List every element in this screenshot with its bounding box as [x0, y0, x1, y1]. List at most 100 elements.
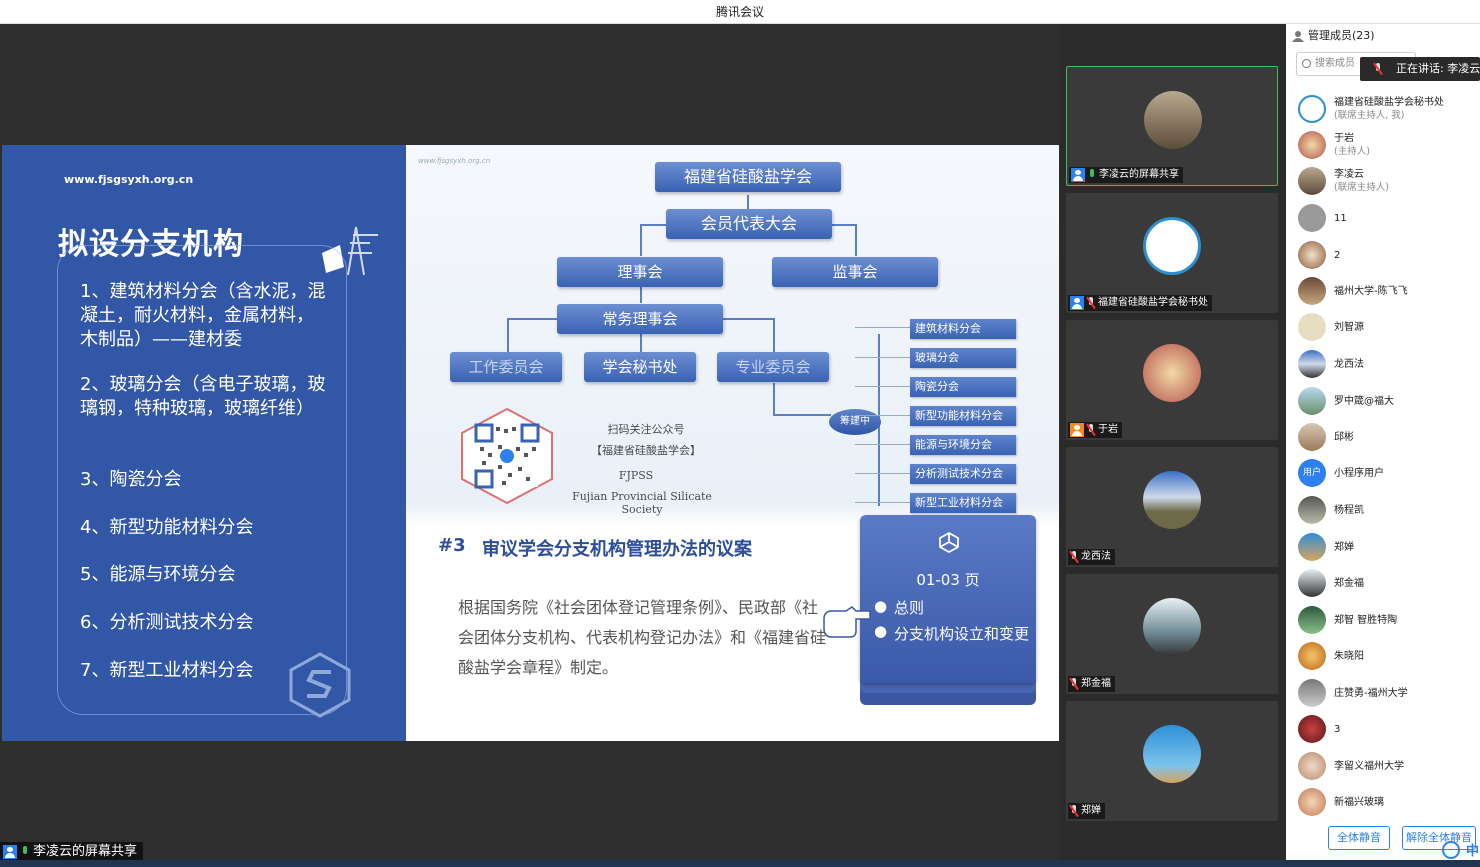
connector: [855, 444, 911, 445]
branch-item: 2、玻璃分会（含电子玻璃，玻璃钢，特种玻璃，玻璃纤维）: [80, 374, 326, 419]
member-item[interactable]: 11: [1298, 201, 1478, 235]
members-count: 管理成员(23): [1308, 29, 1375, 42]
member-avatar: [1298, 387, 1326, 415]
member-item[interactable]: 福州大学-陈飞飞: [1298, 274, 1478, 308]
participant-tile[interactable]: 郑金福: [1066, 574, 1278, 694]
participant-name: 福建省硅酸盐学会秘书处: [1098, 297, 1208, 308]
card-item: 分支机构设立和变更: [894, 625, 1030, 643]
member-avatar: [1298, 533, 1326, 561]
speaking-indicator: 正在讲话: 李凌云;: [1360, 57, 1480, 81]
connector: [722, 318, 774, 320]
branch-item: 4、新型功能材料分会: [80, 517, 254, 538]
member-name: 李凌云: [1334, 169, 1364, 180]
connector: [507, 318, 559, 320]
member-name: 邱彬: [1334, 431, 1354, 443]
member-avatar: [1298, 241, 1326, 269]
user-icon: [1070, 296, 1084, 310]
member-name: 罗中箴@福大: [1334, 395, 1394, 407]
member-name: 李留义福州大学: [1334, 760, 1404, 772]
participant-avatar: [1143, 598, 1201, 656]
member-item[interactable]: 杨程凯: [1298, 493, 1478, 527]
connector: [830, 224, 856, 226]
member-name: 新福兴玻璃: [1334, 796, 1384, 808]
member-item[interactable]: 庄赞勇-福州大学: [1298, 676, 1478, 710]
member-name: 庄赞勇-福州大学: [1334, 687, 1408, 699]
participant-tile[interactable]: 于岩: [1066, 320, 1278, 440]
participant-avatar: [1144, 91, 1202, 149]
participant-tile[interactable]: 龙西法: [1066, 447, 1278, 567]
participant-label: 于岩: [1068, 422, 1122, 438]
connector: [640, 224, 668, 226]
member-name: 郑婵: [1334, 541, 1354, 553]
org-sub-item: 分析测试技术分会: [910, 464, 1016, 484]
member-avatar: [1298, 131, 1326, 159]
member-item[interactable]: 于岩 (主持人): [1298, 128, 1478, 162]
member-avatar: 用户: [1298, 459, 1326, 487]
member-item[interactable]: 邱彬: [1298, 420, 1478, 454]
participant-name: 龙西法: [1081, 551, 1111, 562]
qr-caption: 扫码关注公众号: [607, 423, 685, 436]
participant-avatar: [1143, 344, 1201, 402]
participant-avatar: [1143, 217, 1201, 275]
unmute-all-button[interactable]: 解除全体静音: [1402, 826, 1476, 850]
member-name: 龙西法: [1334, 358, 1364, 370]
member-item[interactable]: 龙西法: [1298, 347, 1478, 381]
member-item[interactable]: 罗中箴@福大: [1298, 384, 1478, 418]
member-item[interactable]: 李凌云 (联席主持人): [1298, 164, 1478, 198]
qr-caption: Fujian Provincial Silicate Society: [572, 490, 712, 516]
slide-left-panel: www.fjsgsyxh.org.cn 拟设分支机构 1、建筑材料分会（含水泥，…: [2, 145, 406, 741]
agenda-body: 根据国务院《社会团体登记管理条例》、民政部《社会团体分支机构、代表机构登记办法》…: [458, 598, 827, 677]
participant-label: 郑金福: [1068, 676, 1115, 692]
connector: [855, 386, 911, 387]
member-item[interactable]: 用户 小程序用户: [1298, 456, 1478, 490]
presentation-slide: www.fjsgsyxh.org.cn 拟设分支机构 1、建筑材料分会（含水泥，…: [2, 145, 1059, 741]
connector: [773, 414, 831, 416]
member-item[interactable]: 郑婵: [1298, 530, 1478, 564]
participant-tile[interactable]: 郑婵: [1066, 701, 1278, 821]
org-sub-item: 能源与环境分会: [910, 435, 1016, 455]
member-avatar: [1298, 204, 1326, 232]
participant-name: 于岩: [1098, 424, 1118, 435]
participant-label: 福建省硅酸盐学会秘书处: [1068, 295, 1212, 311]
branch-item: 6、分析测试技术分会: [80, 612, 254, 633]
member-item[interactable]: 李留义福州大学: [1298, 749, 1478, 783]
member-avatar: [1298, 423, 1326, 451]
member-item[interactable]: 3: [1298, 712, 1478, 746]
assistant-icon[interactable]: [1442, 841, 1460, 859]
org-sub-item: 新型功能材料分会: [910, 406, 1016, 426]
member-avatar: [1298, 788, 1326, 816]
member-name: 朱晓阳: [1334, 650, 1364, 662]
member-item[interactable]: 2: [1298, 238, 1478, 272]
member-item[interactable]: 福建省硅酸盐学会秘书处 (联席主持人, 我): [1298, 92, 1478, 126]
member-name: 郑智 智胜特陶: [1334, 614, 1398, 626]
user-icon: [1070, 423, 1084, 437]
member-item[interactable]: 新福兴玻璃: [1298, 785, 1478, 819]
member-role: (联席主持人, 我): [1334, 110, 1405, 121]
card-bullet: ●: [874, 597, 888, 615]
participant-label: 李凌云的屏幕共享: [1069, 167, 1183, 183]
member-name: 郑金福: [1334, 577, 1364, 589]
mic-off-icon: [1374, 63, 1382, 75]
mute-all-button[interactable]: 全体静音: [1328, 826, 1390, 850]
participant-tile[interactable]: 福建省硅酸盐学会秘书处: [1066, 193, 1278, 313]
connector: [855, 502, 911, 503]
preparing-badge: 筹建中: [829, 409, 881, 435]
participant-avatar: [1143, 471, 1201, 529]
member-avatar: [1298, 277, 1326, 305]
ime-indicator: 中: [1466, 844, 1480, 859]
member-item[interactable]: 郑智 智胜特陶: [1298, 603, 1478, 637]
share-label: 李凌云的屏幕共享: [33, 844, 138, 859]
member-item[interactable]: 刘智源: [1298, 310, 1478, 344]
participant-name: 郑婵: [1081, 805, 1101, 816]
members-header: 管理成员(23): [1286, 24, 1480, 48]
screen-share-indicator[interactable]: 李凌云的屏幕共享: [0, 842, 144, 862]
member-item[interactable]: 朱晓阳: [1298, 639, 1478, 673]
society-logo-mark: [289, 652, 351, 718]
connector: [855, 473, 911, 474]
participant-tile[interactable]: 李凌云的屏幕共享: [1066, 66, 1278, 186]
member-name: 3: [1334, 723, 1341, 735]
member-avatar: [1298, 313, 1326, 341]
member-item[interactable]: 郑金福: [1298, 566, 1478, 600]
branch-item: 3、陶瓷分会: [80, 469, 182, 490]
mic-off-icon: [1070, 678, 1078, 690]
